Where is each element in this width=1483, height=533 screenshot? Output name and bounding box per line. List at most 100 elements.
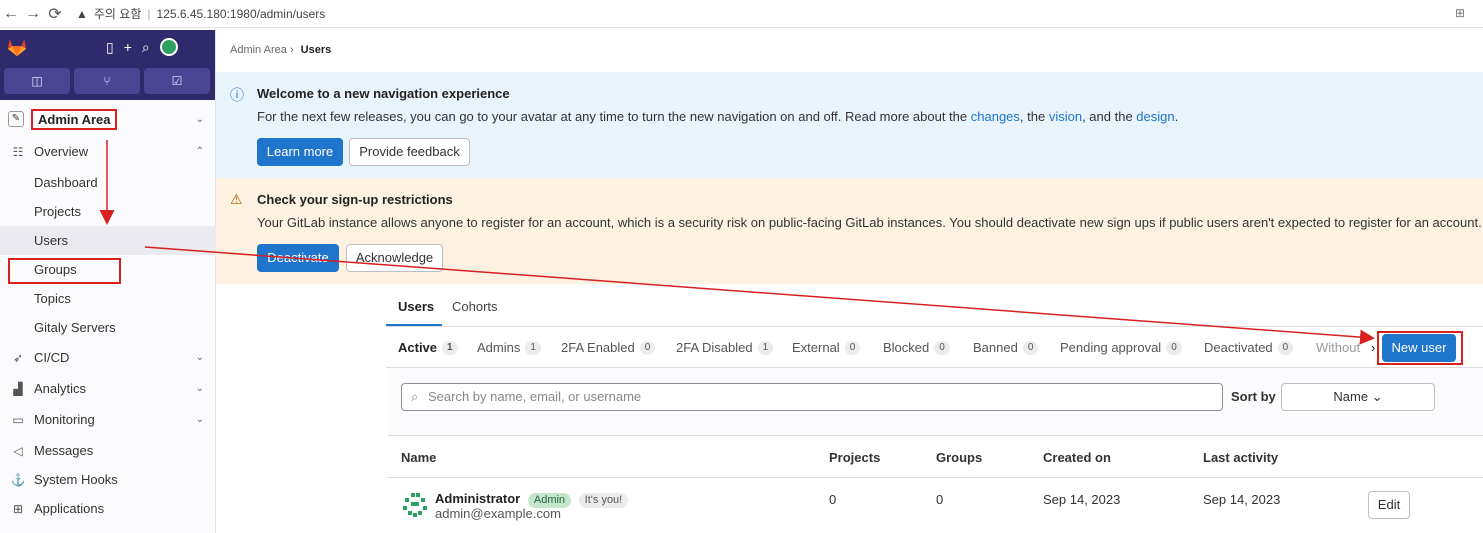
provide-feedback-button[interactable]: Provide feedback	[349, 138, 470, 166]
count-badge: 0	[844, 340, 861, 355]
chevron-down-icon: ⌄	[195, 414, 204, 425]
signup-alert: ⚠ Check your sign-up restrictions Your G…	[216, 178, 1483, 284]
sidebar-item-projects[interactable]: Projects	[0, 197, 216, 226]
column-header-created-on: Created on	[1043, 450, 1111, 465]
user-name-link[interactable]: Administrator	[435, 491, 520, 506]
alert-title: Welcome to a new navigation experience	[257, 86, 510, 101]
navigation-alert: ⓘ Welcome to a new navigation experience…	[216, 72, 1483, 178]
sidebar-item-system-hooks[interactable]: ⚓ System Hooks	[0, 465, 216, 494]
tab-deactivated[interactable]: Deactivated 0	[1204, 340, 1294, 355]
new-user-button[interactable]: New user	[1382, 334, 1456, 362]
security-label[interactable]: 주의 요함	[94, 5, 142, 22]
monitor-icon: ▭	[12, 412, 24, 427]
issues-button[interactable]: ◫	[4, 68, 70, 94]
sidebar-toggle-icon[interactable]: ▯	[106, 39, 114, 56]
column-header-groups: Groups	[936, 450, 983, 465]
sidebar-item-label: Users	[34, 233, 68, 248]
tab-pending-approval[interactable]: Pending approval 0	[1060, 340, 1182, 355]
count-badge: 0	[639, 340, 656, 355]
tab-2fa-disabled[interactable]: 2FA Disabled 1	[676, 340, 774, 355]
warning-icon[interactable]: ▲	[76, 7, 88, 21]
tab-blocked[interactable]: Blocked 0	[883, 340, 950, 355]
tab-without-projects[interactable]: Without	[1316, 340, 1360, 355]
sort-label: Sort by	[1231, 389, 1276, 404]
chart-icon: ▟	[13, 381, 23, 396]
alert-text-part: .	[1174, 109, 1179, 124]
search-icon[interactable]: ⌕	[142, 39, 150, 56]
merge-request-icon: ⑂	[103, 74, 111, 88]
sidebar-item-gitaly-servers[interactable]: Gitaly Servers	[0, 313, 216, 342]
learn-more-button[interactable]: Learn more	[257, 138, 343, 166]
address-bar[interactable]: 125.6.45.180:1980/admin/users	[157, 7, 326, 21]
tab-external[interactable]: External 0	[792, 340, 861, 355]
sidebar-item-label: Overview	[34, 144, 89, 159]
sidebar-item-applications[interactable]: ⊞ Applications	[0, 494, 216, 523]
tab-label: Pending approval	[1060, 340, 1162, 355]
count-badge: 1	[525, 340, 541, 355]
todo-icon: ☑	[171, 74, 183, 88]
vision-link[interactable]: vision	[1049, 109, 1082, 124]
plus-icon[interactable]: +	[124, 39, 132, 55]
search-input[interactable]: ⌕ Search by name, email, or username	[401, 383, 1223, 411]
column-header-name: Name	[401, 450, 437, 465]
overview-icon: ☷	[12, 144, 24, 159]
sidebar-item-messages[interactable]: ◁ Messages	[0, 436, 216, 465]
count-badge: 0	[1277, 340, 1294, 355]
todos-button[interactable]: ☑	[144, 68, 210, 94]
changes-link[interactable]: changes	[971, 109, 1020, 124]
chevron-up-icon: ⌃	[195, 146, 204, 157]
sidebar-item-label: Monitoring	[34, 412, 95, 427]
design-link[interactable]: design	[1136, 109, 1174, 124]
sidebar-item-cicd[interactable]: ➶ CI/CD ⌄	[0, 343, 216, 372]
sidebar-header: ▯ + ⌕ ◫ ⑂ ☑	[0, 30, 215, 100]
sidebar-item-users[interactable]: Users	[0, 226, 216, 255]
tab-label: Active	[398, 340, 438, 355]
breadcrumb: Admin Area › Users	[230, 44, 331, 56]
reload-icon[interactable]: ⟳	[44, 4, 66, 24]
search-icon: ⌕	[411, 389, 419, 404]
context-switcher[interactable]: ✎ Admin Area ⌄	[0, 100, 216, 138]
its-you-badge: It's you!	[578, 493, 629, 508]
sidebar-item-topics[interactable]: Topics	[0, 284, 216, 313]
user-created-on: Sep 14, 2023	[1043, 492, 1121, 507]
sidebar-item-monitoring[interactable]: ▭ Monitoring ⌄	[0, 405, 216, 434]
browser-toolbar: ← → ⟳ ▲ 주의 요함 | 125.6.45.180:1980/admin/…	[0, 0, 1483, 28]
column-header-projects: Projects	[829, 450, 881, 465]
sort-dropdown[interactable]: Name ⌄	[1281, 383, 1435, 411]
tab-label: 2FA Disabled	[676, 340, 753, 355]
info-icon: ⓘ	[230, 87, 244, 103]
tab-2fa-enabled[interactable]: 2FA Enabled 0	[561, 340, 656, 355]
divider	[386, 326, 1483, 327]
sidebar-item-analytics[interactable]: ▟ Analytics ⌄	[0, 374, 216, 403]
breadcrumb-parent[interactable]: Admin Area	[230, 44, 287, 56]
edit-user-button[interactable]: Edit	[1368, 491, 1410, 519]
tab-cohorts[interactable]: Cohorts	[452, 299, 498, 314]
tab-label: Without	[1316, 340, 1361, 355]
tab-admins[interactable]: Admins 1	[477, 340, 541, 355]
avatar[interactable]	[159, 38, 178, 56]
sidebar-item-label: Dashboard	[34, 175, 98, 190]
merge-requests-button[interactable]: ⑂	[74, 68, 140, 94]
tab-label: Admins	[477, 340, 521, 355]
sidebar-item-dashboard[interactable]: Dashboard	[0, 168, 216, 197]
translate-icon[interactable]: ⊞	[1455, 6, 1465, 20]
sidebar-item-overview[interactable]: ☷ Overview ⌃	[0, 137, 216, 166]
divider	[388, 477, 1483, 478]
forward-icon[interactable]: →	[22, 5, 44, 23]
acknowledge-button[interactable]: Acknowledge	[346, 244, 443, 272]
count-badge: 1	[442, 340, 458, 355]
gitlab-logo-icon[interactable]	[6, 37, 28, 57]
user-avatar-icon[interactable]	[402, 492, 428, 518]
tab-banned[interactable]: Banned 0	[973, 340, 1039, 355]
anchor-icon: ⚓	[10, 472, 26, 487]
context-label: Admin Area	[31, 108, 118, 130]
back-icon[interactable]: ←	[0, 5, 22, 23]
tab-users[interactable]: Users	[398, 299, 434, 314]
tab-active[interactable]: Active 1	[398, 340, 458, 355]
alert-text-part: , the	[1019, 109, 1049, 124]
scroll-right-icon[interactable]: ›	[1371, 340, 1375, 355]
rocket-icon: ➶	[12, 350, 24, 365]
column-header-last-activity: Last activity	[1203, 450, 1279, 465]
deactivate-button[interactable]: Deactivate	[257, 244, 339, 272]
sidebar: ▯ + ⌕ ◫ ⑂ ☑ ✎ Admin Area ⌄ ☷ Overview ⌃ …	[0, 30, 216, 533]
